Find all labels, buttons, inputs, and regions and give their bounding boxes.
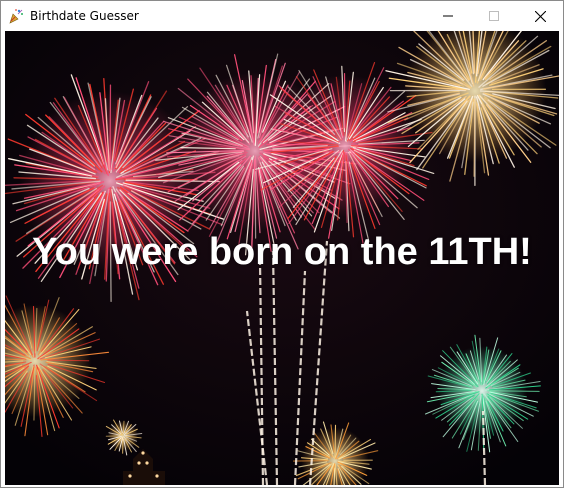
app-window: Birthdate Guesser You were born on the 1… bbox=[0, 0, 564, 488]
minimize-icon bbox=[443, 15, 453, 17]
content-area: You were born on the 11TH! bbox=[5, 31, 559, 485]
building-light bbox=[145, 461, 149, 465]
window-title: Birthdate Guesser bbox=[30, 9, 139, 23]
building-light bbox=[141, 451, 145, 455]
maximize-button[interactable] bbox=[471, 1, 517, 31]
maximize-icon bbox=[489, 11, 499, 21]
title-bar[interactable]: Birthdate Guesser bbox=[1, 1, 563, 31]
result-message: You were born on the 11TH! bbox=[32, 231, 532, 273]
minimize-button[interactable] bbox=[425, 1, 471, 31]
building-light bbox=[137, 461, 141, 465]
building-light bbox=[155, 474, 159, 478]
close-icon bbox=[534, 10, 546, 22]
close-button[interactable] bbox=[517, 1, 563, 31]
building-light bbox=[128, 474, 132, 478]
party-popper-icon bbox=[9, 9, 23, 24]
